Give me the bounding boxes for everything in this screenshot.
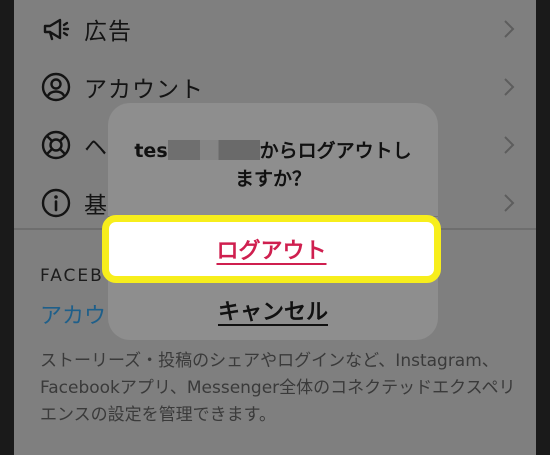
cancel-button[interactable]: キャンセル — [108, 289, 438, 331]
phone-frame: 広告 アカウント ヘ 基 FACEB アカウ ストーリーズ・投稿のシェアやログイ… — [0, 0, 550, 455]
chevron-right-icon — [504, 136, 515, 154]
logout-highlight: ログアウト — [102, 215, 441, 283]
chevron-right-icon — [504, 20, 515, 38]
megaphone-icon — [43, 18, 70, 41]
chevron-right-icon — [504, 78, 515, 96]
settings-item-label: アカウント — [84, 77, 204, 103]
redacted-username — [167, 140, 260, 160]
settings-item-label: 広告 — [84, 19, 132, 45]
info-icon — [41, 188, 71, 218]
dialog-message-line2: ますか？ — [234, 168, 311, 190]
facebook-section-description: ストーリーズ・投稿のシェアやログインなど、Instagram、Facebookア… — [40, 351, 516, 425]
dialog-message: tes からログアウトし ますか？ — [108, 137, 438, 193]
account-circle-icon — [41, 72, 71, 102]
username-prefix: tes — [134, 140, 168, 162]
logout-button[interactable]: ログアウト — [109, 222, 434, 276]
settings-item-label: 基 — [84, 193, 108, 219]
chevron-right-icon — [504, 194, 515, 212]
message-suffix: からログアウトし — [259, 140, 412, 162]
lifebuoy-help-icon — [41, 130, 71, 160]
dialog-message-line1: tes からログアウトし — [108, 137, 438, 165]
settings-item-ads[interactable]: 広告 — [14, 0, 536, 58]
settings-item-label: ヘ — [84, 135, 108, 161]
